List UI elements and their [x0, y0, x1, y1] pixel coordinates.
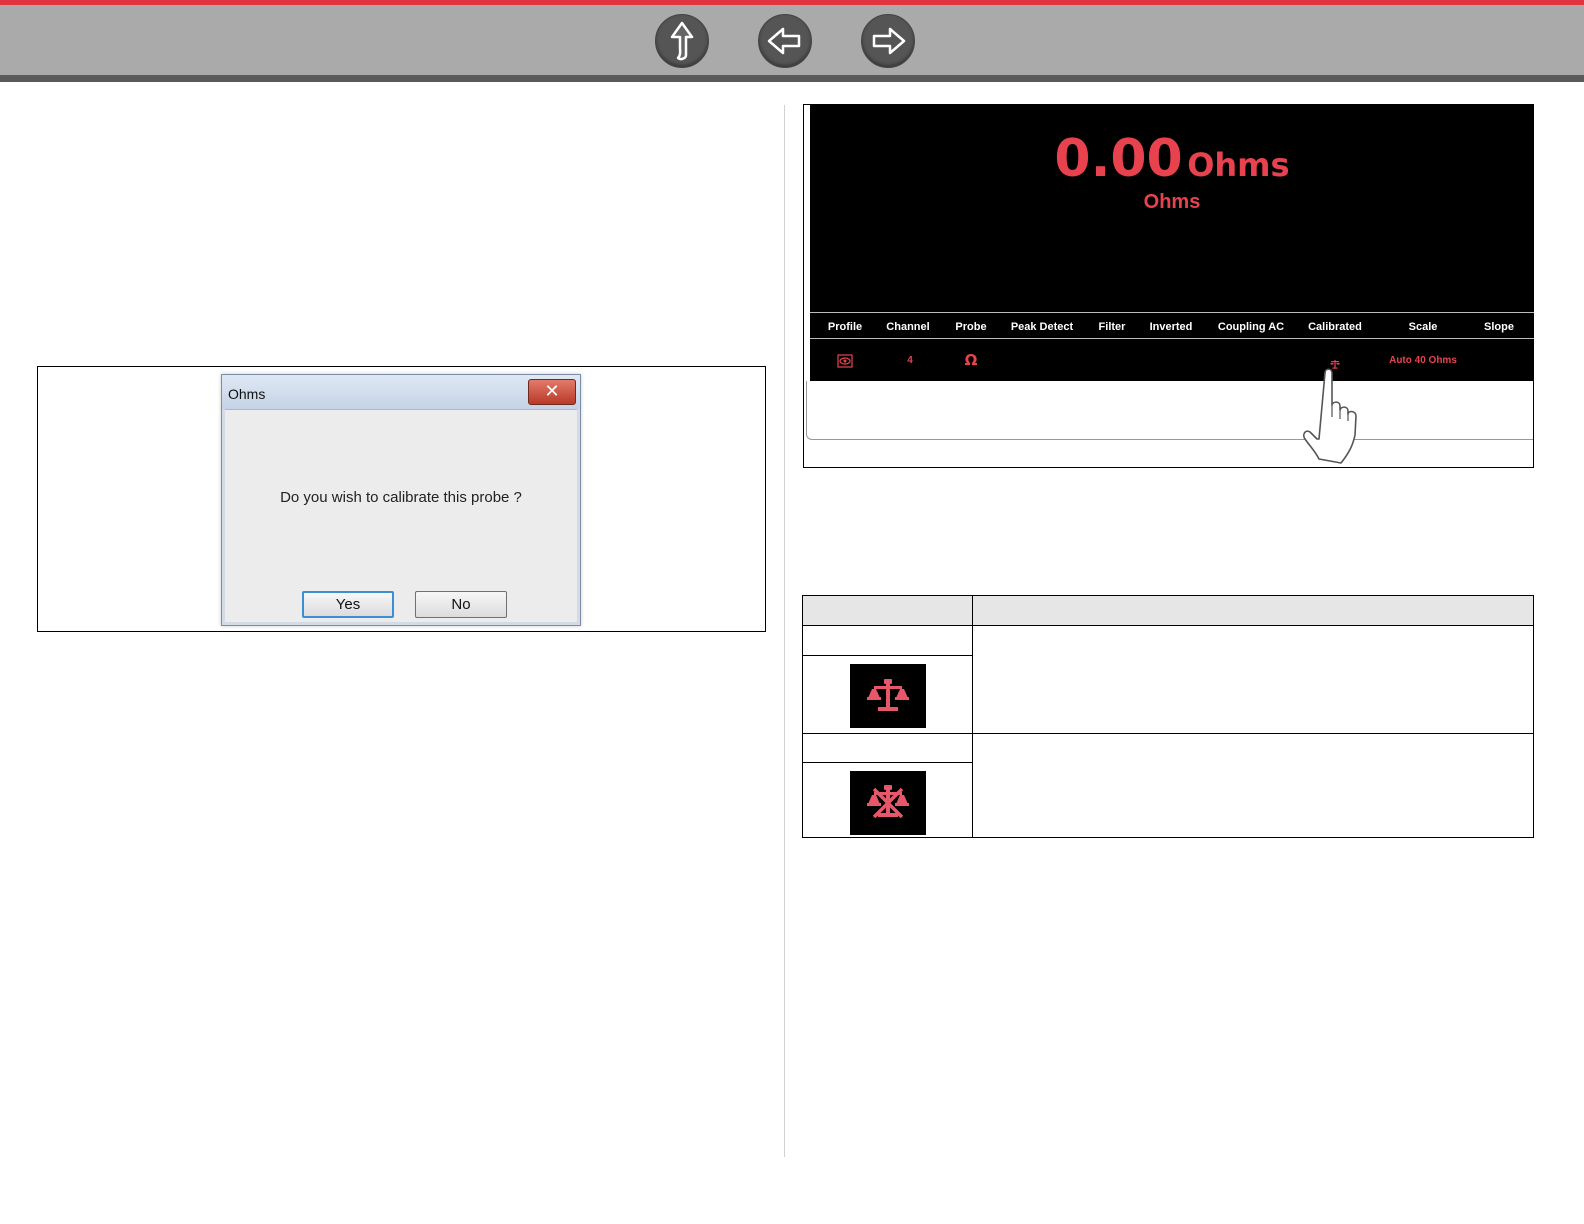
scale-value: Auto 40 Ohms: [1389, 355, 1457, 366]
table-subrow-divider-1: [803, 655, 972, 656]
header-calibrated[interactable]: Calibrated: [1308, 321, 1362, 333]
top-accent-line: [0, 0, 1584, 5]
meter-lower-panel: [806, 381, 1533, 440]
header-channel[interactable]: Channel: [886, 321, 929, 333]
dialog-title: Ohms: [228, 386, 266, 402]
yes-button[interactable]: Yes: [302, 591, 394, 618]
pointing-hand-icon: [1303, 368, 1357, 464]
calibration-status-table: [802, 595, 1534, 838]
header-inverted[interactable]: Inverted: [1150, 321, 1193, 333]
header-top-rule: [810, 312, 1534, 313]
reading-sublabel: Ohms: [1143, 191, 1201, 213]
up-arrow-button[interactable]: [655, 14, 709, 68]
bottom-shadow-line: [0, 75, 1584, 82]
dialog-body: Do you wish to calibrate this probe ? Ye…: [225, 409, 577, 622]
not-calibrated-balance-icon: [850, 771, 926, 835]
header-scale[interactable]: Scale: [1409, 321, 1438, 333]
header-probe[interactable]: Probe: [955, 321, 986, 333]
meter-figure: 0.00 Ohms Ohms Profile Channel Probe Pea…: [803, 104, 1534, 468]
dialog-figure: Ohms ✕ Do you wish to calibrate this pro…: [37, 366, 766, 632]
table-subrow-divider-2: [803, 762, 972, 763]
calibrate-dialog: Ohms ✕ Do you wish to calibrate this pro…: [221, 374, 581, 626]
top-navigation-bar: [0, 0, 1584, 82]
header-coupling[interactable]: Coupling AC: [1218, 321, 1284, 333]
meter-reading: 0.00 Ohms: [810, 129, 1534, 189]
forward-button[interactable]: [861, 14, 915, 68]
header-peak-detect[interactable]: Peak Detect: [1011, 321, 1073, 333]
reading-unit: Ohms: [1187, 146, 1290, 184]
header-bottom-rule: [810, 338, 1534, 339]
eye-icon[interactable]: [837, 354, 853, 373]
right-arrow-icon: [872, 27, 906, 55]
column-divider: [784, 105, 785, 1157]
header-slope[interactable]: Slope: [1484, 321, 1514, 333]
meter-screen: 0.00 Ohms Ohms Profile Channel Probe Pea…: [810, 105, 1534, 381]
left-arrow-icon: [767, 27, 801, 55]
header-profile[interactable]: Profile: [828, 321, 862, 333]
table-column-divider: [972, 596, 973, 837]
channel-value: 4: [907, 355, 913, 366]
dialog-message: Do you wish to calibrate this probe ?: [280, 489, 522, 506]
table-row-divider: [803, 733, 1533, 734]
back-button[interactable]: [758, 14, 812, 68]
no-button[interactable]: No: [415, 591, 507, 618]
up-arrow-icon: [670, 21, 694, 61]
calibrated-balance-icon: [850, 664, 926, 728]
header-filter[interactable]: Filter: [1099, 321, 1126, 333]
dialog-titlebar: Ohms ✕: [222, 375, 580, 409]
ohm-icon[interactable]: Ω: [965, 351, 978, 369]
reading-value: 0.00: [1054, 129, 1183, 189]
close-icon: ✕: [544, 381, 560, 402]
dialog-close-button[interactable]: ✕: [528, 379, 576, 405]
table-header-row: [803, 596, 1533, 626]
